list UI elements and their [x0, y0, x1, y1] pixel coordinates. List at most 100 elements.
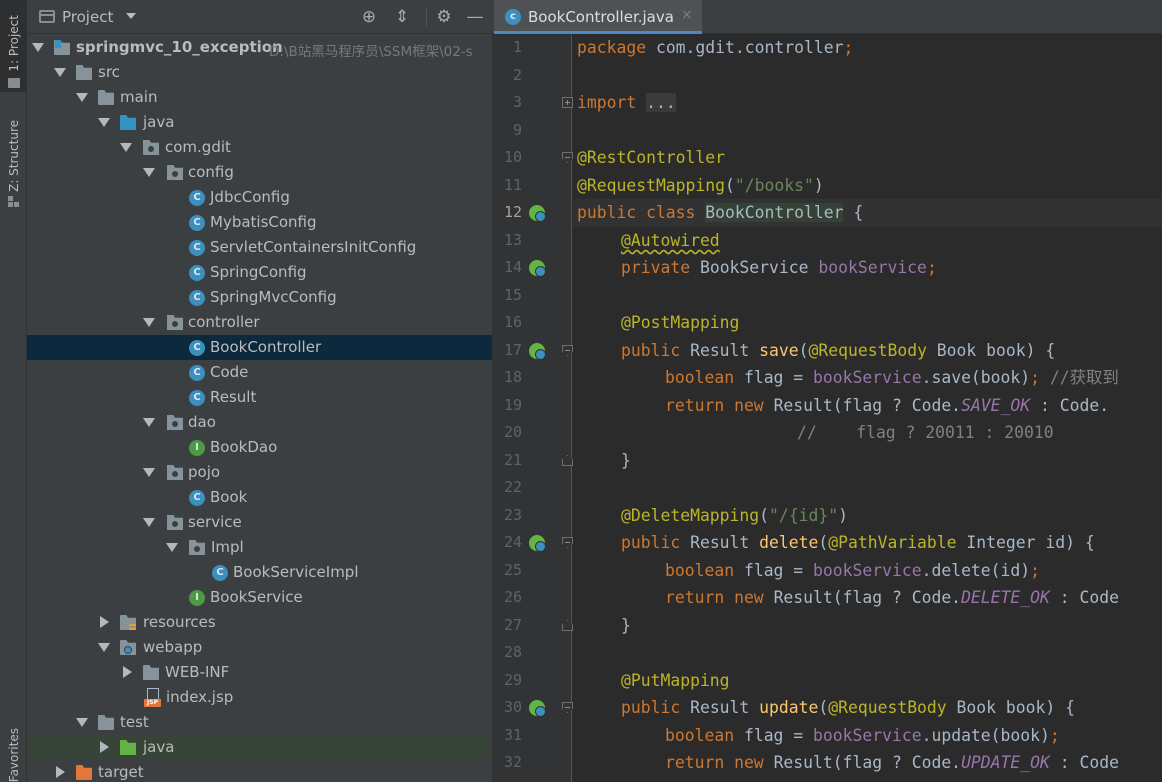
request-mapping-icon[interactable] — [529, 700, 546, 717]
tree-item-webapp[interactable]: webapp — [27, 635, 492, 660]
code-line-current: public class BookController { — [577, 203, 864, 222]
folder-icon — [98, 715, 114, 730]
autowired-bean-icon[interactable] — [529, 260, 546, 277]
tree-item-class-selected[interactable]: C BookController — [27, 335, 492, 360]
tree-item-package-dao[interactable]: dao — [27, 410, 492, 435]
expand-arrow-icon[interactable] — [143, 318, 155, 327]
line-number: 19 — [503, 396, 522, 414]
tree-item-label: com.gdit — [165, 138, 231, 156]
resources-folder-icon — [120, 615, 136, 630]
tool-window-strip: 1: Project Z: Structure Favorites — [0, 0, 27, 782]
expand-arrow-icon[interactable] — [143, 518, 155, 527]
collapse-arrow-icon[interactable] — [56, 766, 65, 778]
request-mapping-icon[interactable] — [529, 535, 546, 552]
tree-item-class[interactable]: C ServletContainersInitConfig — [27, 235, 492, 260]
tree-item-jsp[interactable]: JSP index.jsp — [27, 685, 492, 710]
expand-arrow-icon[interactable] — [143, 468, 155, 477]
tree-item-label: Code — [210, 363, 249, 381]
tree-item-class[interactable]: C MybatisConfig — [27, 210, 492, 235]
tree-item-web-inf[interactable]: WEB-INF — [27, 660, 492, 685]
structure-tool-button[interactable]: Z: Structure — [0, 112, 27, 212]
collapse-arrow-icon[interactable] — [100, 741, 109, 753]
tree-item-label: JdbcConfig — [210, 188, 290, 206]
tree-item-target[interactable]: target — [27, 760, 492, 782]
tree-item-label: WEB-INF — [165, 663, 230, 681]
folder-icon — [7, 78, 20, 88]
fold-expand-icon[interactable] — [562, 97, 573, 108]
close-icon[interactable]: × — [681, 7, 693, 23]
excluded-folder-icon — [76, 765, 92, 780]
tree-item-class[interactable]: C JdbcConfig — [27, 185, 492, 210]
tree-item-package-config[interactable]: config — [27, 160, 492, 185]
code-line: public Result delete(@PathVariable Integ… — [621, 533, 1095, 552]
expand-arrow-icon[interactable] — [76, 718, 88, 727]
expand-arrow-icon[interactable] — [143, 418, 155, 427]
tree-item-class[interactable]: C SpringConfig — [27, 260, 492, 285]
code-line: return new Result(flag ? Code.UPDATE_OK … — [665, 753, 1119, 772]
line-number: 23 — [503, 506, 522, 524]
tree-item-class[interactable]: C BookServiceImpl — [27, 560, 492, 585]
tree-item-label: BookService — [210, 588, 303, 606]
code-line: private BookService bookService; — [621, 258, 937, 277]
line-number: 9 — [512, 121, 522, 139]
chevron-down-icon[interactable] — [126, 13, 136, 19]
project-panel-title[interactable]: Project — [62, 8, 113, 26]
tree-item-test-java[interactable]: java — [27, 735, 492, 760]
tree-item-src[interactable]: src — [27, 60, 492, 85]
tree-item-class[interactable]: C Result — [27, 385, 492, 410]
expand-arrow-icon[interactable] — [54, 68, 66, 77]
tree-item-package-com-gdit[interactable]: com.gdit — [27, 135, 492, 160]
expand-arrow-icon[interactable] — [166, 543, 178, 552]
tree-item-label: java — [143, 113, 175, 131]
tree-item-module-root[interactable]: springmvc_10_exception D:\B站黑马程序员\SSM框架\… — [27, 35, 492, 60]
tree-item-package-pojo[interactable]: pojo — [27, 460, 492, 485]
collapse-all-icon[interactable]: ⇕ — [392, 7, 412, 27]
gear-icon[interactable]: ⚙ — [434, 7, 454, 27]
spring-bean-icon[interactable] — [529, 205, 546, 222]
class-icon: c — [505, 9, 521, 25]
tree-item-main[interactable]: main — [27, 85, 492, 110]
tree-item-label: SpringMvcConfig — [210, 288, 337, 306]
expand-arrow-icon[interactable] — [143, 168, 155, 177]
tree-item-package-controller[interactable]: controller — [27, 310, 492, 335]
collapse-arrow-icon[interactable] — [123, 666, 132, 678]
tab-bookcontroller[interactable]: c BookController.java × — [494, 0, 702, 34]
tree-item-class[interactable]: C Book — [27, 485, 492, 510]
favorites-tool-button[interactable]: Favorites — [0, 715, 27, 782]
expand-arrow-icon[interactable] — [98, 643, 110, 652]
tree-item-package-impl[interactable]: Impl — [27, 535, 492, 560]
tree-item-label: BookDao — [210, 438, 278, 456]
project-view-icon — [39, 10, 55, 23]
package-icon — [167, 465, 183, 480]
tree-item-label: BookController — [210, 338, 322, 356]
tree-item-label: webapp — [143, 638, 203, 656]
folder-icon — [143, 665, 159, 680]
expand-arrow-icon[interactable] — [32, 43, 44, 52]
tree-item-label: dao — [188, 413, 216, 431]
code-line: @DeleteMapping("/{id}") — [621, 506, 848, 525]
request-mapping-icon[interactable] — [529, 343, 546, 360]
expand-arrow-icon[interactable] — [98, 118, 110, 127]
module-path: D:\B站黑马程序员\SSM框架\02-s — [269, 44, 473, 60]
collapse-arrow-icon[interactable] — [100, 616, 109, 628]
code-line: public Result update(@RequestBody Book b… — [621, 698, 1075, 717]
folder-icon — [76, 65, 92, 80]
folded-imports[interactable]: ... — [646, 93, 676, 112]
tree-item-resources[interactable]: resources — [27, 610, 492, 635]
tree-item-class[interactable]: C SpringMvcConfig — [27, 285, 492, 310]
locate-file-icon[interactable]: ⊕ — [359, 7, 379, 27]
tree-item-java[interactable]: java — [27, 110, 492, 135]
tree-item-class[interactable]: C Code — [27, 360, 492, 385]
line-number: 28 — [503, 643, 522, 661]
tree-item-package-service[interactable]: service — [27, 510, 492, 535]
expand-arrow-icon[interactable] — [120, 143, 132, 152]
tree-item-interface[interactable]: I BookService — [27, 585, 492, 610]
tree-item-interface[interactable]: I BookDao — [27, 435, 492, 460]
hide-panel-icon[interactable]: — — [465, 7, 485, 27]
project-tool-button[interactable]: 1: Project — [0, 0, 27, 92]
tree-item-test[interactable]: test — [27, 710, 492, 735]
class-icon: C — [189, 190, 205, 206]
tree-item-label: Book — [210, 488, 248, 506]
expand-arrow-icon[interactable] — [76, 93, 88, 102]
line-number: 15 — [503, 286, 522, 304]
